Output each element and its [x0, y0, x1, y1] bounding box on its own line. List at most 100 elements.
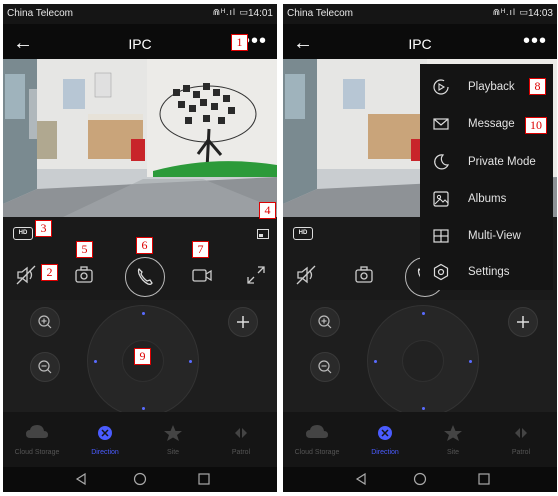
menu-item-label: Private Mode [468, 156, 536, 168]
nav-home-icon[interactable] [133, 472, 147, 486]
tab-direction[interactable]: Direction [351, 412, 419, 467]
more-options-menu: Playback Message Private Mode Albums Mul… [420, 64, 553, 290]
annotation-label: 7 [192, 241, 209, 258]
tab-cloud-storage[interactable]: Cloud Storage [283, 412, 351, 467]
down-indicator [142, 407, 145, 410]
mute-icon[interactable] [15, 264, 37, 286]
tab-label: Patrol [231, 449, 251, 456]
tab-direction[interactable]: Direction [71, 412, 139, 467]
annotation-label: 8 [529, 78, 546, 95]
direction-joystick[interactable] [367, 305, 479, 417]
annotation-label: 1 [231, 34, 248, 51]
carrier-name: China Telecom [287, 8, 353, 19]
bottom-tab-bar: Cloud Storage Direction Site Patrol [3, 412, 277, 467]
menu-item-label: Settings [468, 266, 510, 278]
clock: 14:03 [527, 8, 553, 19]
patrol-icon [235, 428, 247, 438]
camera-scene [3, 59, 277, 217]
menu-item-private-mode[interactable]: Private Mode [420, 144, 553, 181]
joystick-center[interactable] [402, 340, 444, 382]
tab-site[interactable]: Site [139, 412, 207, 467]
menu-item-label: Multi-View [468, 230, 521, 242]
playback-icon [433, 79, 449, 95]
status-bar: China Telecom ⋒ᴴ.ıl ▭ 14:03 [283, 4, 557, 24]
picture-in-picture-icon[interactable] [257, 229, 269, 239]
clock: 14:01 [247, 8, 273, 19]
zoom-out-icon [38, 360, 52, 374]
cloud-icon [306, 425, 328, 438]
phone-icon [137, 268, 153, 285]
menu-item-label: Albums [468, 193, 507, 205]
message-icon [433, 118, 449, 130]
menu-item-label: Playback [468, 81, 515, 93]
left-indicator [94, 360, 97, 363]
settings-icon [433, 263, 449, 281]
down-indicator [422, 407, 425, 410]
tab-label: Direction [371, 449, 399, 456]
plus-icon [237, 316, 249, 328]
add-preset-button[interactable] [508, 307, 538, 337]
camera-snapshot-icon[interactable] [73, 264, 95, 286]
video-record-icon[interactable] [191, 264, 213, 286]
live-video-feed[interactable] [3, 59, 277, 217]
app-bar: ← IPC ••• [283, 24, 557, 64]
intercom-call-button[interactable] [125, 257, 165, 297]
zoom-out-icon [318, 360, 332, 374]
status-icons: ⋒ᴴ.ıl ▭ [492, 7, 529, 17]
phone-screen-live-view: China Telecom ⋒ᴴ.ıl ▭ 14:01 ← IPC ••• HD… [3, 4, 277, 492]
mute-icon[interactable] [295, 264, 317, 286]
up-indicator [142, 312, 145, 315]
nav-recents-icon[interactable] [478, 473, 490, 485]
fullscreen-icon[interactable] [245, 264, 267, 286]
annotation-label: 10 [525, 117, 547, 134]
tab-label: Patrol [511, 449, 531, 456]
tab-patrol[interactable]: Patrol [207, 412, 275, 467]
carrier-name: China Telecom [7, 8, 73, 19]
system-nav-buttons [75, 472, 210, 486]
camera-snapshot-icon[interactable] [353, 264, 375, 286]
tab-label: Cloud Storage [14, 449, 60, 456]
tab-patrol[interactable]: Patrol [487, 412, 555, 467]
more-options-icon[interactable]: ••• [523, 30, 547, 53]
up-indicator [422, 312, 425, 315]
menu-item-albums[interactable]: Albums [420, 181, 553, 218]
right-indicator [189, 360, 192, 363]
status-bar: China Telecom ⋒ᴴ.ıl ▭ 14:01 [3, 4, 277, 24]
patrol-icon [515, 428, 527, 438]
nav-home-icon[interactable] [413, 472, 427, 486]
tab-cloud-storage[interactable]: Cloud Storage [3, 412, 71, 467]
system-nav-buttons [355, 472, 490, 486]
hd-toggle[interactable]: HD [293, 227, 313, 240]
system-nav-bar [283, 467, 557, 492]
system-nav-bar [3, 467, 277, 492]
multi-view-icon [433, 229, 449, 243]
zoom-in-icon [318, 315, 332, 329]
nav-back-icon[interactable] [355, 472, 366, 486]
nav-back-icon[interactable] [75, 472, 86, 486]
status-icons: ⋒ᴴ.ıl ▭ [212, 7, 249, 17]
add-preset-button[interactable] [228, 307, 258, 337]
bottom-tab-bar: Cloud Storage Direction Site Patrol [283, 412, 557, 467]
annotation-label: 2 [41, 264, 58, 281]
zoom-in-button[interactable] [310, 307, 340, 337]
hd-toggle[interactable]: HD [13, 227, 33, 240]
annotation-label: 3 [35, 220, 52, 237]
menu-item-settings[interactable]: Settings [420, 254, 553, 291]
zoom-out-button[interactable] [310, 352, 340, 382]
phone-screen-menu-open: China Telecom ⋒ᴴ.ıl ▭ 14:03 ← IPC ••• HD [283, 4, 557, 492]
direction-icon [378, 426, 392, 440]
zoom-in-button[interactable] [30, 307, 60, 337]
tab-label: Site [446, 449, 460, 456]
star-icon [164, 425, 182, 441]
zoom-out-button[interactable] [30, 352, 60, 382]
tab-site[interactable]: Site [419, 412, 487, 467]
nav-recents-icon[interactable] [198, 473, 210, 485]
left-indicator [374, 360, 377, 363]
annotation-label: 4 [259, 202, 276, 219]
annotation-label: 5 [76, 241, 93, 258]
tab-label: Direction [91, 449, 119, 456]
menu-item-label: Message [468, 118, 515, 130]
moon-icon [434, 154, 450, 170]
ptz-control-panel [283, 300, 557, 417]
menu-item-multi-view[interactable]: Multi-View [420, 218, 553, 255]
